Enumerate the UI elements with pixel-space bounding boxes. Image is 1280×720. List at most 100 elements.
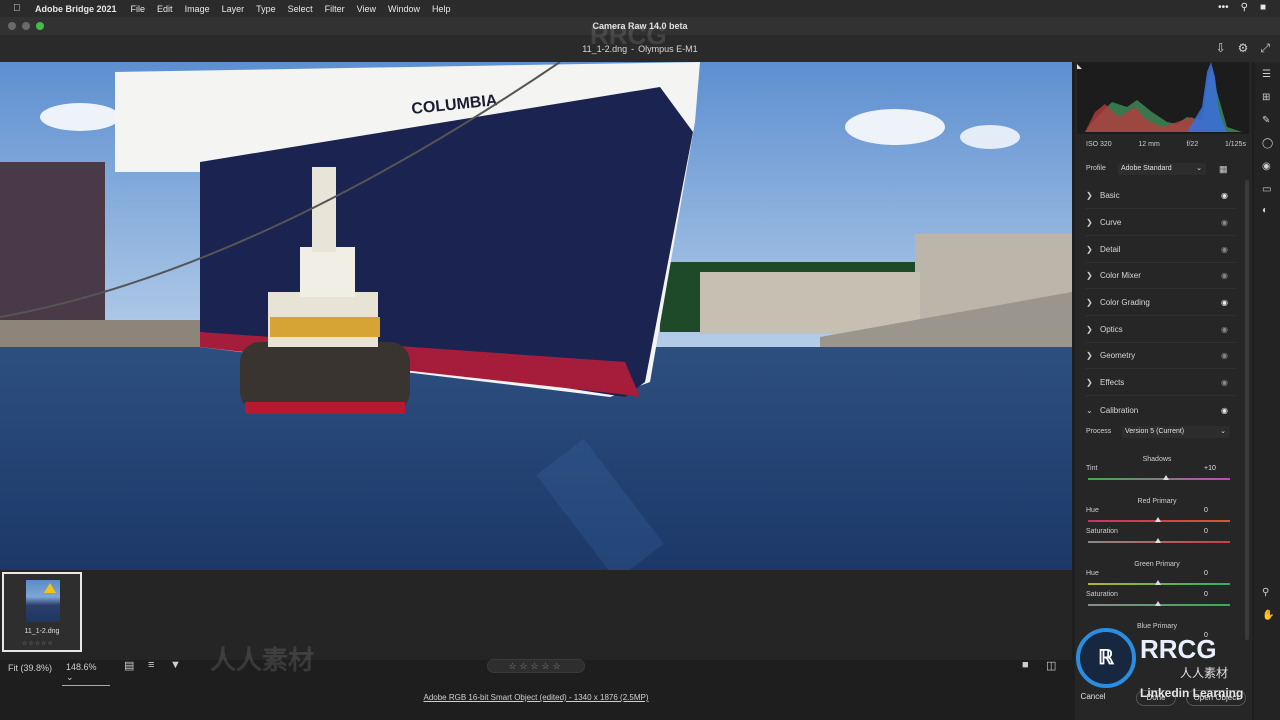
- cancel-button[interactable]: Cancel: [1078, 690, 1108, 706]
- zoom-tool-icon[interactable]: ⚲: [1262, 587, 1269, 598]
- red-saturation-value[interactable]: 0: [1204, 528, 1228, 535]
- eye-icon[interactable]: ◉: [1221, 245, 1228, 254]
- settings-gear-icon[interactable]: ⚙: [1238, 41, 1249, 56]
- image-preview[interactable]: COLUMBIA: [0, 62, 1072, 570]
- section-color-grading[interactable]: ❯ Color Grading ◉: [1086, 290, 1236, 316]
- healing-brush-icon[interactable]: ✎: [1262, 115, 1270, 126]
- eye-icon[interactable]: ◉: [1221, 271, 1228, 280]
- hand-tool-icon[interactable]: ✋: [1262, 610, 1274, 621]
- histogram: [1077, 62, 1249, 134]
- profile-select[interactable]: Adobe Standard ⌄: [1118, 163, 1206, 175]
- apple-icon[interactable]: : [13, 3, 25, 14]
- green-saturation-slider-handle[interactable]: [1155, 601, 1161, 606]
- exif-info: ISO 320 12 mm f/22 1/125s: [1086, 141, 1246, 148]
- chevron-right-icon: ❯: [1086, 298, 1093, 307]
- close-window-button[interactable]: [8, 22, 16, 30]
- menu-window[interactable]: Window: [388, 4, 420, 14]
- shadow-clipping-icon[interactable]: [1077, 64, 1082, 69]
- section-effects[interactable]: ❯ Effects ◉: [1086, 370, 1236, 396]
- split-view-icon[interactable]: ◫: [1046, 659, 1056, 672]
- warning-icon: [44, 583, 56, 593]
- tint-value[interactable]: +10: [1204, 465, 1228, 472]
- section-basic[interactable]: ❯ Basic ◉: [1086, 183, 1236, 209]
- zoom-level-value: 148.6%: [66, 662, 97, 672]
- minimize-window-button[interactable]: [22, 22, 30, 30]
- menu-edit[interactable]: Edit: [157, 4, 173, 14]
- section-curve[interactable]: ❯ Curve ◉: [1086, 210, 1236, 236]
- section-label: Color Grading: [1100, 298, 1150, 307]
- eye-icon[interactable]: ◉: [1221, 406, 1228, 415]
- section-label: Geometry: [1100, 351, 1136, 360]
- histogram-graph: [1077, 62, 1242, 132]
- rating-stars[interactable]: ☆☆☆☆☆: [487, 659, 585, 673]
- green-hue-value[interactable]: 0: [1204, 570, 1228, 577]
- tint-slider[interactable]: [1088, 478, 1230, 480]
- sort-icon[interactable]: ≡: [148, 659, 154, 671]
- filter-icon[interactable]: ▼: [170, 659, 181, 671]
- red-hue-value[interactable]: 0: [1204, 507, 1228, 514]
- eye-icon[interactable]: ◉: [1221, 191, 1228, 200]
- eye-icon[interactable]: ◉: [1221, 325, 1228, 334]
- save-image-icon[interactable]: ⇩: [1216, 41, 1226, 56]
- red-saturation-slider-handle[interactable]: [1155, 538, 1161, 543]
- crop-icon[interactable]: ⊞: [1262, 92, 1270, 103]
- cloud: [845, 109, 945, 145]
- tugboat-trim: [270, 317, 380, 337]
- section-detail[interactable]: ❯ Detail ◉: [1086, 237, 1236, 263]
- profile-browser-icon[interactable]: ▦: [1219, 164, 1228, 175]
- chevron-down-icon: ⌄: [1220, 428, 1226, 435]
- wall: [700, 272, 920, 334]
- masking-icon[interactable]: ◯: [1262, 138, 1273, 149]
- green-hue-slider-handle[interactable]: [1155, 580, 1161, 585]
- eye-icon[interactable]: ◉: [1221, 298, 1228, 307]
- window-titlebar: Camera Raw 14.0 beta: [0, 17, 1280, 35]
- section-optics[interactable]: ❯ Optics ◉: [1086, 317, 1236, 343]
- chevron-right-icon: ❯: [1086, 245, 1093, 254]
- red-eye-icon[interactable]: ◉: [1262, 161, 1271, 172]
- eye-icon[interactable]: ◉: [1221, 378, 1228, 387]
- document-filename: 11_1-2.dng: [582, 43, 628, 54]
- rrcg-brand: RRCG: [1140, 634, 1217, 664]
- focal-length: 12 mm: [1138, 141, 1160, 148]
- thumbnail-rating-stars[interactable]: ☆☆☆☆☆: [22, 640, 54, 647]
- menu-type[interactable]: Type: [256, 4, 276, 14]
- green-saturation-value[interactable]: 0: [1204, 591, 1228, 598]
- presets-icon[interactable]: ◐: [1262, 205, 1268, 216]
- eye-icon[interactable]: ◉: [1221, 218, 1228, 227]
- panel-scrollbar[interactable]: [1245, 180, 1249, 640]
- section-geometry[interactable]: ❯ Geometry ◉: [1086, 343, 1236, 369]
- zoom-window-button[interactable]: [36, 22, 44, 30]
- mac-menubar:  Adobe Bridge 2021 File Edit Image Laye…: [0, 0, 1280, 17]
- shutter-speed: 1/125s: [1224, 141, 1246, 148]
- snapshots-icon[interactable]: ▭: [1262, 184, 1271, 195]
- menu-image[interactable]: Image: [185, 4, 210, 14]
- menu-select[interactable]: Select: [288, 4, 313, 14]
- eye-icon[interactable]: ◉: [1221, 351, 1228, 360]
- menu-layer[interactable]: Layer: [222, 4, 245, 14]
- section-label: Detail: [1100, 245, 1121, 254]
- process-select[interactable]: Version 5 (Current) ⌄: [1122, 426, 1230, 438]
- chevron-right-icon: ❯: [1086, 218, 1093, 227]
- fullscreen-icon[interactable]: ⤢: [1260, 41, 1270, 56]
- workflow-options-link[interactable]: Adobe RGB 16-bit Smart Object (edited) -…: [0, 693, 1072, 702]
- filmstrip-view-icon[interactable]: ▤: [124, 659, 134, 672]
- red-hue-slider-handle[interactable]: [1155, 517, 1161, 522]
- zoom-fit-label[interactable]: Fit (39.8%): [8, 663, 52, 673]
- siri-icon[interactable]: ■: [1260, 2, 1266, 13]
- search-icon[interactable]: ⚲: [1241, 2, 1248, 13]
- control-center-icon[interactable]: •••: [1218, 2, 1229, 13]
- zoom-level-select[interactable]: 148.6% ⌄: [62, 660, 110, 686]
- document-bar: 11_1-2.dng - Olympus E-M1 ⇩ ⚙ ⤢: [0, 35, 1280, 62]
- before-after-icon[interactable]: ■: [1022, 659, 1029, 671]
- section-calibration[interactable]: ⌄ Calibration ◉: [1086, 397, 1236, 423]
- section-color-mixer[interactable]: ❯ Color Mixer ◉: [1086, 263, 1236, 289]
- tint-slider-handle[interactable]: [1163, 475, 1169, 480]
- app-name-menu[interactable]: Adobe Bridge 2021: [35, 4, 117, 14]
- menu-view[interactable]: View: [357, 4, 376, 14]
- menu-help[interactable]: Help: [432, 4, 451, 14]
- process-label: Process: [1086, 428, 1112, 435]
- menu-filter[interactable]: Filter: [325, 4, 345, 14]
- filmstrip-thumbnail[interactable]: 11_1-2.dng ☆☆☆☆☆: [2, 572, 82, 652]
- edit-sliders-icon[interactable]: ☰: [1262, 69, 1271, 80]
- menu-file[interactable]: File: [131, 4, 146, 14]
